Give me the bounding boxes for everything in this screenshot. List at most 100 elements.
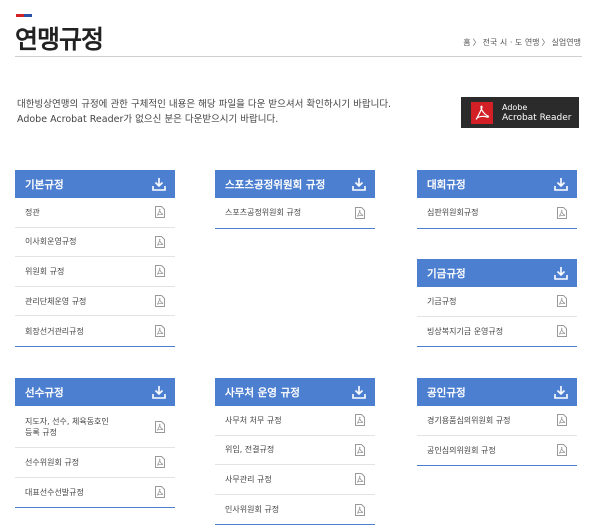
panel-header: 기본규정 xyxy=(15,170,175,198)
rule-file-item[interactable]: 지도자, 선수, 체육동호인 등록 규정 xyxy=(15,406,175,448)
pdf-file-icon[interactable] xyxy=(355,503,365,516)
breadcrumb: 홈 〉 전국 시 · 도 연맹 〉 실업연맹 xyxy=(462,37,582,48)
rule-file-label: 사무처 처무 규정 xyxy=(225,415,282,425)
pdf-file-icon[interactable] xyxy=(557,206,567,219)
rule-file-item[interactable]: 심판위원회규정 xyxy=(417,198,577,228)
rule-file-label: 사무관리 규정 xyxy=(225,474,272,484)
rule-file-item[interactable]: 관리단체운영 규정 xyxy=(15,287,175,317)
download-all-icon[interactable] xyxy=(151,384,167,400)
pdf-file-icon[interactable] xyxy=(155,486,165,499)
rules-list: 심판위원회규정 xyxy=(417,198,577,229)
panel-title: 기본규정 xyxy=(25,178,64,191)
panel-title: 사무처 운영 규정 xyxy=(225,386,300,399)
pdf-file-icon[interactable] xyxy=(355,414,365,427)
rules-list: 경기용품심의위원회 규정공인심의위원회 규정 xyxy=(417,406,577,467)
rule-file-label: 기금규정 xyxy=(427,296,457,306)
panel-title: 공인규정 xyxy=(427,386,466,399)
panel-header: 스포츠공정위원회 규정 xyxy=(215,170,375,198)
rule-file-item[interactable]: 위원회 규정 xyxy=(15,257,175,287)
rule-file-label: 스포츠공정위원회 규정 xyxy=(225,208,302,218)
panel-sports-fairness-rules: 스포츠공정위원회 규정 스포츠공정위원회 규정 xyxy=(215,170,375,229)
pdf-file-icon[interactable] xyxy=(155,295,165,308)
download-all-icon[interactable] xyxy=(553,176,569,192)
panel-header: 기금규정 xyxy=(417,259,577,287)
rule-file-label: 심판위원회규정 xyxy=(427,208,479,218)
rule-file-item[interactable]: 경기용품심의위원회 규정 xyxy=(417,406,577,436)
pdf-file-icon[interactable] xyxy=(355,473,365,486)
rule-file-label: 대표선수선발규정 xyxy=(25,487,84,497)
rule-file-item[interactable]: 사무처 처무 규정 xyxy=(215,406,375,436)
rule-file-item[interactable]: 정관 xyxy=(15,198,175,228)
rule-file-item[interactable]: 빙상복지기금 운영규정 xyxy=(417,317,577,347)
rule-file-item[interactable]: 대표선수선발규정 xyxy=(15,478,175,508)
rule-file-item[interactable]: 기금규정 xyxy=(417,287,577,317)
rule-file-label: 회장선거관리규정 xyxy=(25,326,84,336)
rules-list: 사무처 처무 규정위임, 전결규정사무관리 규정인사위원회 규정 xyxy=(215,406,375,526)
panel-title: 스포츠공정위원회 규정 xyxy=(225,178,326,191)
rules-list: 지도자, 선수, 체육동호인 등록 규정선수위원회 규정대표선수선발규정 xyxy=(15,406,175,509)
pdf-file-icon[interactable] xyxy=(155,456,165,469)
rule-file-item[interactable]: 공인심의위원회 규정 xyxy=(417,436,577,466)
rule-file-item[interactable]: 선수위원회 규정 xyxy=(15,448,175,478)
rule-file-label: 이사회운영규정 xyxy=(25,237,77,247)
pdf-file-icon[interactable] xyxy=(355,443,365,456)
rule-file-label: 인사위원회 규정 xyxy=(225,505,280,515)
pdf-file-icon[interactable] xyxy=(155,235,165,248)
rule-file-label: 정관 xyxy=(25,207,40,217)
pdf-file-icon[interactable] xyxy=(557,295,567,308)
adobe-label-line1: Adobe xyxy=(502,102,528,112)
panel-basic-rules: 기본규정정관이사회운영규정위원회 규정관리단체운영 규정회장선거관리규정 xyxy=(15,170,175,347)
pdf-file-icon[interactable] xyxy=(355,206,365,219)
rules-list: 스포츠공정위원회 규정 xyxy=(215,198,375,229)
rule-file-item[interactable]: 위임, 전결규정 xyxy=(215,436,375,466)
panel-competition-rules: 대회규정심판위원회규정 xyxy=(417,170,577,229)
adobe-reader-download-button[interactable]: Adobe Acrobat Reader xyxy=(461,97,579,128)
rule-file-item[interactable]: 회장선거관리규정 xyxy=(15,316,175,346)
panel-athlete-rules: 선수규정지도자, 선수, 체육동호인 등록 규정선수위원회 규정대표선수선발규정 xyxy=(15,378,175,509)
download-all-icon[interactable] xyxy=(351,176,367,192)
breadcrumb-current[interactable]: 실업연맹 xyxy=(552,38,581,47)
rules-list: 기금규정빙상복지기금 운영규정 xyxy=(417,287,577,348)
rule-file-item[interactable]: 이사회운영규정 xyxy=(15,228,175,258)
panel-title: 기금규정 xyxy=(427,267,466,280)
rule-file-item[interactable]: 스포츠공정위원회 규정 xyxy=(215,198,375,228)
pdf-file-icon[interactable] xyxy=(155,325,165,338)
title-accent xyxy=(16,14,32,17)
chevron-right-icon: 〉 xyxy=(472,38,481,47)
download-all-icon[interactable] xyxy=(553,384,569,400)
download-all-icon[interactable] xyxy=(151,176,167,192)
rule-file-label: 지도자, 선수, 체육동호인 등록 규정 xyxy=(25,416,109,437)
pdf-file-icon[interactable] xyxy=(155,206,165,219)
chevron-right-icon: 〉 xyxy=(541,38,550,47)
download-all-icon[interactable] xyxy=(351,384,367,400)
rule-file-item[interactable]: 인사위원회 규정 xyxy=(215,495,375,525)
title-divider xyxy=(15,56,582,57)
intro-line-2: Adobe Acrobat Reader가 없으신 분은 다운받으시기 바랍니다… xyxy=(17,114,279,125)
rule-file-label: 위임, 전결규정 xyxy=(225,445,275,455)
rule-file-item[interactable]: 사무관리 규정 xyxy=(215,465,375,495)
breadcrumb-regional[interactable]: 전국 시 · 도 연맹 xyxy=(483,38,540,47)
page-title: 연맹규정 xyxy=(15,25,104,54)
panel-title: 대회규정 xyxy=(427,178,466,191)
panel-fund-rules: 기금규정 기금규정 빙상복지기금 운영규정 xyxy=(417,259,577,348)
rule-file-label: 관리단체운영 규정 xyxy=(25,296,87,306)
pdf-file-icon[interactable] xyxy=(155,420,165,433)
panel-secretariat-rules: 사무처 운영 규정사무처 처무 규정위임, 전결규정사무관리 규정인사위원회 규… xyxy=(215,378,375,526)
panel-certification-rules: 공인규정경기용품심의위원회 규정공인심의위원회 규정 xyxy=(417,378,577,467)
rule-file-label: 경기용품심의위원회 규정 xyxy=(427,415,511,425)
panel-header: 대회규정 xyxy=(417,170,577,198)
rule-file-label: 위원회 규정 xyxy=(25,266,65,276)
rule-file-label: 빙상복지기금 운영규정 xyxy=(427,326,504,336)
panel-header: 공인규정 xyxy=(417,378,577,406)
rule-file-label: 선수위원회 규정 xyxy=(25,457,80,467)
download-all-icon[interactable] xyxy=(553,265,569,281)
intro-line-1: 대한빙상연맹의 규정에 관한 구체적인 내용은 해당 파일을 다운 받으셔서 확… xyxy=(17,99,392,110)
pdf-file-icon[interactable] xyxy=(557,414,567,427)
pdf-file-icon[interactable] xyxy=(155,265,165,278)
adobe-label-line2: Acrobat Reader xyxy=(502,112,572,123)
panel-header: 사무처 운영 규정 xyxy=(215,378,375,406)
breadcrumb-home[interactable]: 홈 xyxy=(463,38,470,47)
pdf-file-icon[interactable] xyxy=(557,325,567,338)
pdf-file-icon[interactable] xyxy=(557,444,567,457)
panel-header: 선수규정 xyxy=(15,378,175,406)
